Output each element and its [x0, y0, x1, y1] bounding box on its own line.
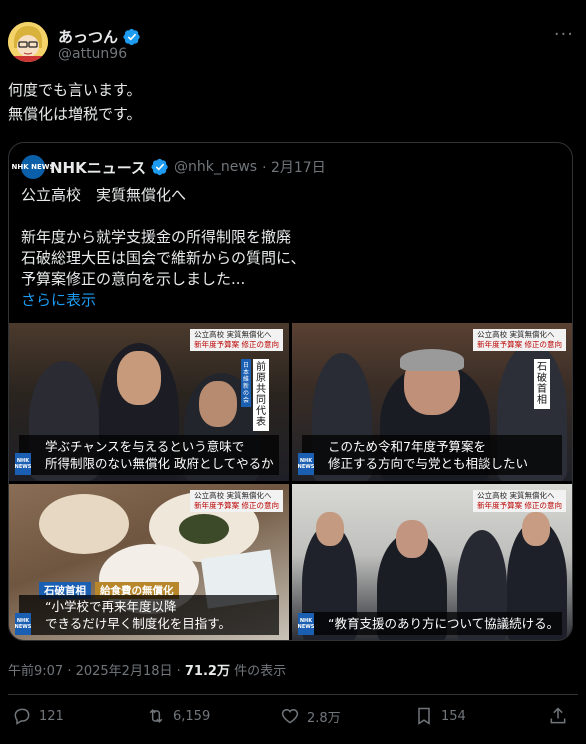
subtitle-caption: “小学校で再来年度以降 できるだけ早く制度化を目指す。 — [19, 595, 279, 635]
quoted-text-line: 公立高校 実質無償化へ — [21, 186, 187, 204]
quoted-date: · 2月17日 — [262, 160, 326, 176]
face-shape — [199, 381, 237, 427]
media-grid: 公立高校 実質無償化へ 新年度予算案 修正の意向 前原共同代表 日本維新の会 学… — [9, 323, 572, 640]
nhk-news-logo: NHK NEWS — [15, 453, 31, 475]
avatar[interactable] — [8, 22, 48, 62]
heart-icon — [281, 708, 299, 724]
bowl-shape — [39, 494, 129, 554]
subtitle-caption: このため令和7年度予算案を 修正する方向で与党とも相談したい — [302, 435, 562, 475]
food-shape — [179, 514, 229, 544]
quoted-author-row: NHK NEWS NHKニュース @nhk_news · 2月17日 — [12, 155, 326, 179]
speaker-label: 前原共同代表 — [253, 359, 269, 431]
tweet-meta: 午前9:07 · 2025年2月18日 · 71.2万 件の表示 — [8, 660, 286, 679]
like-button[interactable]: 2.8万 — [280, 706, 341, 726]
share-icon — [550, 707, 566, 724]
reply-button[interactable]: 121 — [12, 706, 64, 726]
nhk-news-logo: NHK NEWS — [298, 613, 314, 635]
quoted-avatar: NHK NEWS — [12, 155, 55, 179]
retweet-count: 6,159 — [173, 708, 211, 724]
news-top-label: 公立高校 実質無償化へ 新年度予算案 修正の意向 — [473, 329, 566, 351]
verified-badge-icon — [123, 28, 140, 45]
tweet-text-line: 何度でも言います。 — [8, 81, 142, 99]
media-image-1[interactable]: 公立高校 実質無償化へ 新年度予算案 修正の意向 前原共同代表 日本維新の会 学… — [9, 323, 289, 481]
media-image-4[interactable]: 公立高校 実質無償化へ 新年度予算案 修正の意向 “教育支援のあり方について協議… — [292, 484, 572, 640]
retweet-button[interactable]: 6,159 — [146, 706, 210, 726]
hair-shape — [400, 349, 464, 371]
news-top-label: 公立高校 実質無償化へ 新年度予算案 修正の意向 — [473, 490, 566, 512]
action-bar: 121 6,159 2.8万 154 — [8, 706, 578, 734]
like-count: 2.8万 — [307, 710, 341, 726]
tweet-header: あっつん @attun96 ··· — [8, 22, 578, 70]
verified-badge-icon — [151, 158, 168, 176]
retweet-icon — [149, 709, 163, 723]
reply-count: 121 — [39, 708, 64, 724]
quoted-handle: @nhk_news — [173, 159, 258, 175]
share-button[interactable] — [548, 706, 568, 726]
face-shape — [396, 520, 428, 558]
media-image-2[interactable]: 公立高校 実質無償化へ 新年度予算案 修正の意向 石破首相 このため令和7年度予… — [292, 323, 572, 481]
bookmark-icon — [418, 707, 430, 725]
display-name[interactable]: あっつん — [58, 26, 118, 47]
news-top-label: 公立高校 実質無償化へ 新年度予算案 修正の意向 — [190, 329, 283, 351]
tweet-text: 何度でも言います。 無償化は増税です。 — [8, 78, 142, 126]
avatar-illustration-icon — [8, 22, 48, 62]
more-icon[interactable]: ··· — [554, 24, 574, 45]
bookmark-button[interactable]: 154 — [414, 706, 466, 726]
views-label: 件の表示 — [229, 664, 287, 679]
timestamp[interactable]: 午前9:07 · 2025年2月18日 · — [8, 664, 185, 679]
handle[interactable]: @attun96 — [58, 46, 127, 62]
nhk-news-logo: NHK NEWS — [298, 453, 314, 475]
reply-icon — [14, 708, 30, 725]
news-top-label: 公立高校 実質無償化へ 新年度予算案 修正の意向 — [190, 490, 283, 512]
face-shape — [522, 512, 550, 546]
quoted-text-line: 予算案修正の意向を示しました... — [21, 270, 246, 288]
quoted-text-line — [21, 206, 306, 227]
quoted-tweet[interactable]: NHK NEWS NHKニュース @nhk_news · 2月17日 公立高校 … — [8, 142, 573, 641]
subtitle-caption: “教育支援のあり方について協議続ける。 — [302, 612, 562, 635]
bookmark-count: 154 — [441, 708, 466, 724]
divider — [8, 694, 578, 695]
subtitle-caption: 学ぶチャンスを与えるという意味で 所得制限のない無償化 政府としてやるか — [19, 435, 279, 475]
author-row: あっつん — [58, 26, 141, 47]
quoted-display-name: NHKニュース — [50, 158, 146, 177]
quoted-text-line: 石破総理大臣は国会で維新からの質問に、 — [21, 249, 306, 267]
quoted-text-line: 新年度から就学支援金の所得制限を撤廃 — [21, 228, 292, 246]
nhk-news-logo: NHK NEWS — [15, 613, 31, 635]
face-shape — [316, 512, 344, 546]
show-more-link[interactable]: さらに表示 — [21, 290, 306, 311]
quoted-text: 公立高校 実質無償化へ 新年度から就学支援金の所得制限を撤廃 石破総理大臣は国会… — [21, 185, 306, 311]
tweet-text-line: 無償化は増税です。 — [8, 105, 142, 123]
face-shape — [117, 351, 161, 405]
party-label: 日本維新の会 — [241, 359, 251, 407]
media-image-3[interactable]: 公立高校 実質無償化へ 新年度予算案 修正の意向 石破首相 給食費の無償化 “小… — [9, 484, 289, 640]
speaker-label: 石破首相 — [534, 359, 550, 409]
views-count: 71.2万 — [184, 664, 230, 679]
